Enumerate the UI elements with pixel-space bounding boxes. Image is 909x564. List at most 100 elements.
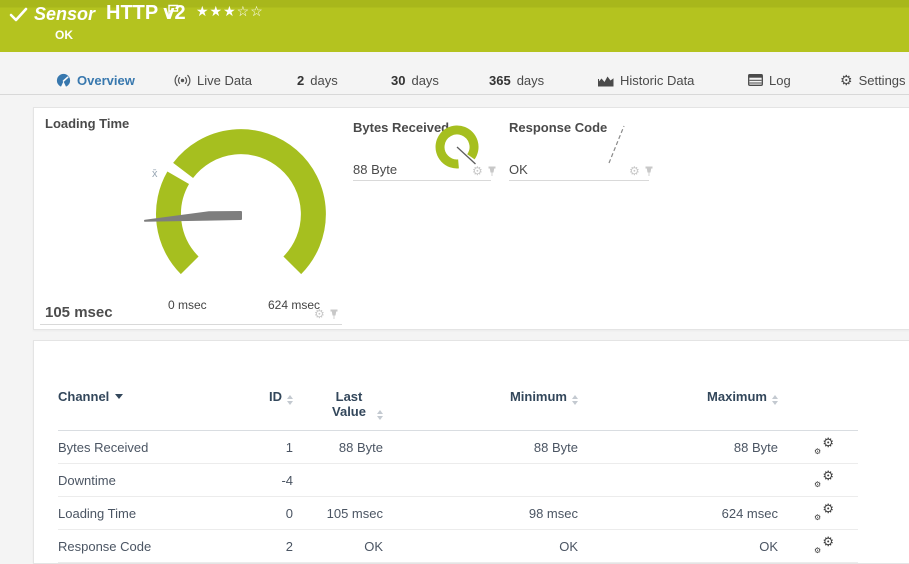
gauge-settings-icon[interactable]: ⚙ <box>472 165 483 177</box>
pin-icon[interactable] <box>644 166 654 177</box>
table-row: Response Code 2 OK OK OK ⚙⚙ <box>58 530 858 563</box>
last-value-cell: 88 Byte <box>293 431 383 464</box>
tab-number: 365 <box>489 73 511 88</box>
historic-chart-icon <box>598 74 614 87</box>
tab-30-days[interactable]: 30 days <box>391 67 439 93</box>
tab-2-days[interactable]: 2 days <box>297 67 338 93</box>
column-label: Maximum <box>707 389 767 404</box>
sort-caret-icon <box>115 394 123 399</box>
channel-id-cell: 1 <box>243 431 293 464</box>
column-label: ID <box>269 389 282 404</box>
gear-icon: ⚙ <box>814 546 821 555</box>
stars-filled: ★★★ <box>196 3 237 19</box>
tab-label: Overview <box>77 73 135 88</box>
status-check-icon <box>9 6 29 24</box>
last-value-cell: 105 msec <box>293 497 383 530</box>
maximum-cell <box>578 464 778 497</box>
maximum-cell: OK <box>578 530 778 563</box>
gauge-value: OK <box>509 162 528 177</box>
gear-icon: ⚙ <box>814 447 821 456</box>
channel-settings-button[interactable]: ⚙⚙ <box>814 536 834 554</box>
channel-name-cell: Bytes Received <box>58 431 243 464</box>
channel-settings-button[interactable]: ⚙⚙ <box>814 503 834 521</box>
gauge-settings-icon[interactable]: ⚙ <box>314 308 325 320</box>
column-label: Channel <box>58 389 109 404</box>
minimum-cell: 98 msec <box>383 497 578 530</box>
minimum-cell: 88 Byte <box>383 431 578 464</box>
column-header-id[interactable]: ID <box>243 377 293 431</box>
column-header-last-value[interactable]: Last Value <box>293 377 383 431</box>
tab-historic-data[interactable]: Historic Data <box>598 67 694 93</box>
minimum-cell: OK <box>383 530 578 563</box>
channel-settings-button[interactable]: ⚙⚙ <box>814 437 834 455</box>
channel-id-cell: 2 <box>243 530 293 563</box>
channels-table: Channel ID Last Value Minimum Maximum By… <box>58 377 858 563</box>
table-row: Bytes Received 1 88 Byte 88 Byte 88 Byte… <box>58 431 858 464</box>
tab-label: days <box>310 73 337 88</box>
tab-label: Historic Data <box>620 73 694 88</box>
gauge-settings-icon[interactable]: ⚙ <box>629 165 640 177</box>
tab-live-data[interactable]: Live Data <box>174 67 252 93</box>
gear-icon: ⚙ <box>822 435 834 451</box>
gauges-panel: Loading Time x̄ 0 msec 624 msec 105 msec… <box>33 107 909 330</box>
flag-icon[interactable] <box>167 4 180 18</box>
pin-icon[interactable] <box>329 309 339 320</box>
tab-365-days[interactable]: 365 days <box>489 67 544 93</box>
tab-label: days <box>517 73 544 88</box>
gear-icon: ⚙ <box>822 501 834 517</box>
tab-label: Log <box>769 73 791 88</box>
sensor-status-badge: OK <box>55 28 73 42</box>
last-value-cell: OK <box>293 530 383 563</box>
loading-time-gauge <box>141 124 351 299</box>
gauge-title: Response Code <box>509 120 607 135</box>
gauge-value: 88 Byte <box>353 162 397 177</box>
gear-icon: ⚙ <box>814 513 821 522</box>
widget-divider <box>353 180 491 181</box>
tab-log[interactable]: Log <box>748 67 791 93</box>
gauge-scale-min: 0 msec <box>168 298 207 312</box>
tab-settings[interactable]: ⚙ Settings <box>840 67 906 93</box>
channel-id-cell: 0 <box>243 497 293 530</box>
response-code-needle <box>599 118 631 166</box>
channel-name-cell: Response Code <box>58 530 243 563</box>
maximum-cell: 88 Byte <box>578 431 778 464</box>
channel-settings-button[interactable]: ⚙⚙ <box>814 470 834 488</box>
column-header-maximum[interactable]: Maximum <box>578 377 778 431</box>
channel-name-cell: Downtime <box>58 464 243 497</box>
table-header-row: Channel ID Last Value Minimum Maximum <box>58 377 858 431</box>
table-row: Downtime -4 ⚙⚙ <box>58 464 858 497</box>
gear-icon: ⚙ <box>840 73 853 87</box>
gear-icon: ⚙ <box>814 480 821 489</box>
tab-number: 2 <box>297 73 304 88</box>
column-header-minimum[interactable]: Minimum <box>383 377 578 431</box>
column-header-channel[interactable]: Channel <box>58 377 243 431</box>
pin-icon[interactable] <box>487 166 497 177</box>
table-row: Loading Time 0 105 msec 98 msec 624 msec… <box>58 497 858 530</box>
maximum-cell: 624 msec <box>578 497 778 530</box>
gear-icon: ⚙ <box>822 468 834 484</box>
column-header-settings <box>778 377 858 431</box>
last-value-cell <box>293 464 383 497</box>
sensor-type-label: Sensor <box>34 4 95 25</box>
tab-number: 30 <box>391 73 405 88</box>
sort-arrows-icon <box>287 395 293 405</box>
tab-label: Settings <box>859 73 906 88</box>
stars-empty: ☆☆ <box>237 3 264 19</box>
column-label: Minimum <box>510 389 567 404</box>
mean-marker: x̄ <box>152 168 158 180</box>
log-list-icon <box>748 74 763 86</box>
tab-label: Live Data <box>197 73 252 88</box>
sensor-header: Sensor HTTP v2 ★★★☆☆ OK <box>0 0 909 52</box>
tab-label: days <box>411 73 438 88</box>
live-signal-icon <box>174 74 191 87</box>
gear-icon: ⚙ <box>822 534 834 550</box>
gauge-value: 105 msec <box>45 304 113 321</box>
minimum-cell <box>383 464 578 497</box>
tab-overview[interactable]: Overview <box>56 67 135 93</box>
gauge-scale-max: 624 msec <box>268 298 320 312</box>
widget-divider <box>40 324 342 325</box>
priority-stars[interactable]: ★★★☆☆ <box>196 3 264 20</box>
gauge-title: Loading Time <box>45 116 129 131</box>
channels-panel: Channel ID Last Value Minimum Maximum By… <box>33 340 909 564</box>
column-label: Last Value <box>326 389 372 419</box>
